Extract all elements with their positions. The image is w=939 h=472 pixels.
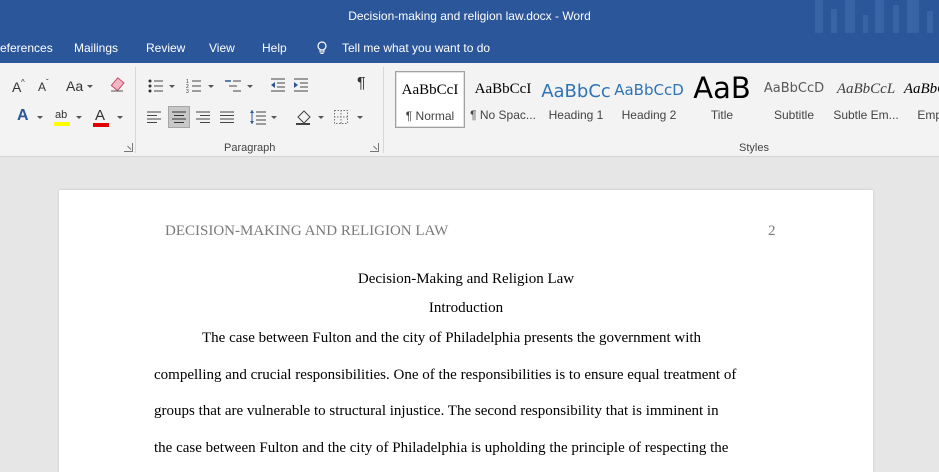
bullets-caret-icon — [169, 85, 175, 88]
ribbon-tabs: eferences Mailings Review View Help Tell… — [0, 33, 939, 63]
style-name: Title — [710, 108, 734, 122]
section-heading: Introduction — [428, 300, 504, 316]
paragraph-line: compelling and crucial responsibilities.… — [154, 367, 737, 383]
numbering-caret-icon — [208, 85, 214, 88]
window-title: Decision-making and religion law.docx - … — [348, 9, 591, 23]
font-color-caret-icon — [117, 116, 123, 119]
paragraph-group-label: Paragraph — [224, 142, 276, 154]
style-emphasis[interactable]: AaBbCcL Emph — [903, 71, 939, 128]
text-effects-caret-icon — [37, 116, 43, 119]
style-sample: AaBbCcI — [474, 81, 532, 97]
change-case-icon[interactable]: Aa — [66, 78, 83, 94]
decrease-indent-icon[interactable] — [270, 78, 286, 92]
paragraph-line: the case between Fulton and the city of … — [154, 440, 729, 456]
style-sample: AaBbCc — [541, 81, 611, 102]
ribbon: A ^ A ˇ Aa A ab A 1 2 3 ¶ Paragraph AaBb… — [0, 63, 939, 157]
style-normal[interactable]: AaBbCcI ¶ Normal — [395, 71, 465, 128]
style-name: Subtitle — [773, 108, 815, 122]
borders-icon[interactable] — [334, 110, 348, 124]
shading-caret-icon — [318, 116, 324, 119]
style-name: Emph — [917, 108, 939, 122]
style-title[interactable]: AaB Title — [687, 71, 757, 128]
change-case-caret-icon — [87, 85, 93, 88]
style-subtle-emphasis[interactable]: AaBbCcL Subtle Em... — [831, 71, 901, 128]
group-separator — [135, 67, 136, 153]
page-header: DECISION-MAKING AND RELIGION LAW — [165, 223, 449, 239]
font-color-icon[interactable]: A — [95, 108, 105, 124]
style-name: ¶ No Spac... — [470, 108, 536, 122]
style-sample: AaBbCcI — [401, 82, 459, 98]
align-center-icon — [172, 111, 186, 123]
group-separator — [383, 67, 384, 153]
style-sample: AaBbCcL — [836, 81, 896, 97]
tab-view[interactable]: View — [209, 41, 235, 55]
align-right-icon[interactable] — [196, 111, 210, 123]
highlight-color-bar — [54, 122, 70, 126]
style-heading-1[interactable]: AaBbCc Heading 1 — [541, 71, 611, 128]
page-number: 2 — [768, 223, 776, 239]
font-color-bar — [93, 123, 109, 127]
grow-font-icon[interactable]: A — [12, 79, 21, 95]
highlight-caret-icon — [76, 116, 82, 119]
font-dialog-launcher-icon[interactable] — [124, 143, 133, 152]
show-hide-marks-icon[interactable]: ¶ — [357, 76, 366, 92]
paragraph-line: The case between Fulton and the city of … — [202, 330, 702, 346]
paragraph-line: groups that are vulnerable to structural… — [154, 403, 719, 419]
increase-indent-icon[interactable] — [293, 78, 309, 92]
document-title: Decision-Making and Religion Law — [357, 271, 575, 287]
grow-font-arrow-icon: ^ — [21, 78, 25, 87]
line-spacing-icon[interactable] — [250, 109, 266, 125]
clear-formatting-icon[interactable] — [109, 77, 125, 93]
style-name: ¶ Normal — [405, 109, 455, 123]
tell-me-search[interactable]: Tell me what you want to do — [342, 41, 490, 55]
style-sample: AaBbCcD — [614, 81, 684, 99]
tab-mailings[interactable]: Mailings — [74, 41, 118, 55]
shrink-font-arrow-icon: ˇ — [46, 78, 49, 87]
align-left-icon[interactable] — [147, 111, 161, 123]
text-effects-icon[interactable]: A — [17, 108, 29, 124]
word-window: Decision-making and religion law.docx - … — [0, 0, 939, 472]
title-bar: Decision-making and religion law.docx - … — [0, 0, 939, 33]
shading-icon[interactable] — [295, 109, 313, 125]
tab-review[interactable]: Review — [146, 41, 185, 55]
justify-icon[interactable] — [220, 111, 234, 123]
svg-text:3: 3 — [186, 89, 189, 93]
style-sample: AaB — [693, 71, 751, 105]
style-subtitle[interactable]: AaBbCcD Subtitle — [760, 71, 828, 128]
tab-references[interactable]: eferences — [0, 41, 53, 55]
tab-help[interactable]: Help — [262, 41, 287, 55]
multilevel-list-icon[interactable] — [224, 78, 242, 93]
style-name: Heading 2 — [621, 108, 677, 122]
style-no-spacing[interactable]: AaBbCcI ¶ No Spac... — [468, 71, 538, 128]
borders-caret-icon — [357, 116, 363, 119]
style-name: Heading 1 — [548, 108, 604, 122]
style-heading-2[interactable]: AaBbCcD Heading 2 — [614, 71, 684, 128]
paragraph-dialog-launcher-icon[interactable] — [370, 143, 379, 152]
style-sample: AaBbCcL — [903, 81, 939, 97]
multilevel-caret-icon — [247, 85, 253, 88]
bullets-icon[interactable] — [148, 79, 164, 93]
style-sample: AaBbCcD — [763, 81, 825, 96]
numbering-icon[interactable]: 1 2 3 — [186, 78, 202, 93]
lightbulb-icon — [317, 41, 327, 54]
style-name: Subtle Em... — [833, 108, 899, 122]
title-bar-pattern — [809, 0, 939, 33]
styles-group-label: Styles — [739, 142, 769, 154]
line-spacing-caret-icon — [271, 116, 277, 119]
highlight-icon[interactable]: ab — [55, 107, 67, 123]
shrink-font-icon[interactable]: A — [38, 79, 46, 95]
document-page[interactable]: DECISION-MAKING AND RELIGION LAW 2 Decis… — [59, 190, 873, 472]
